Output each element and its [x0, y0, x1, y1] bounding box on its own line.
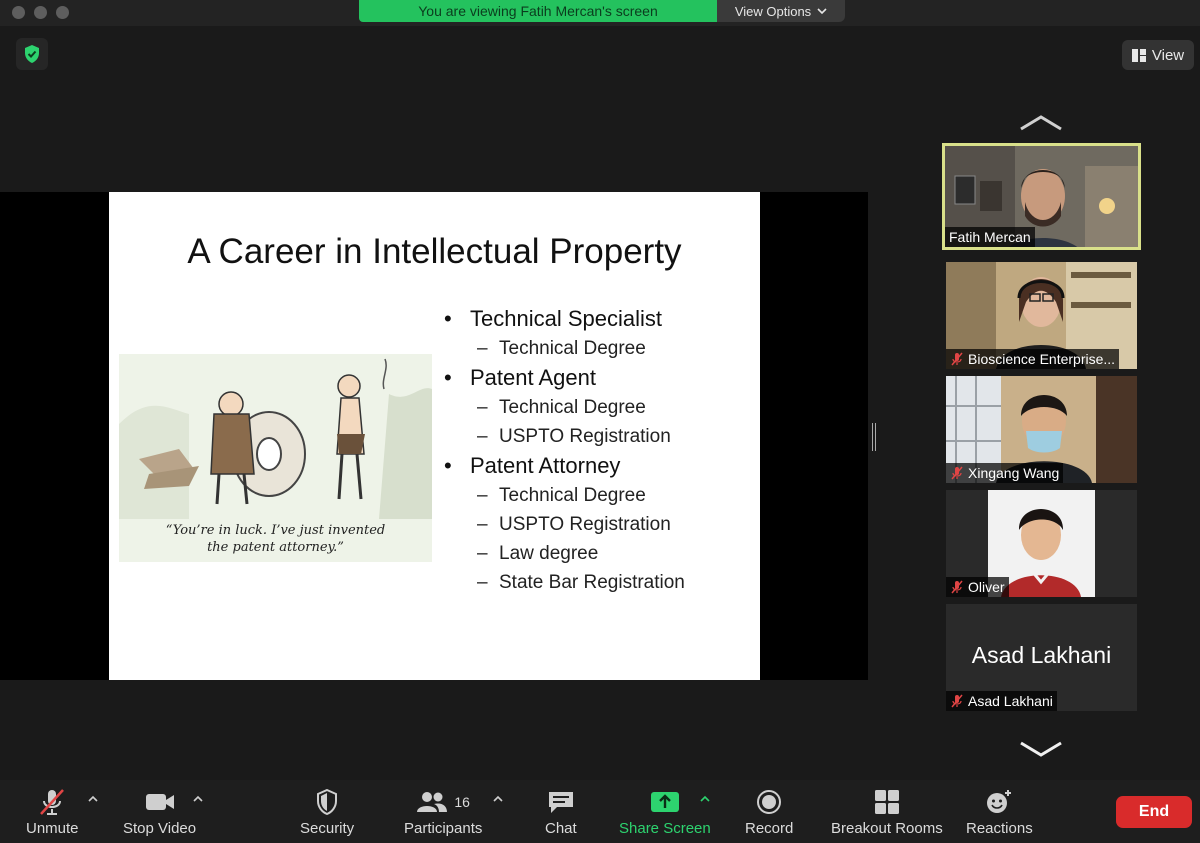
sub-bullet-item: USPTO Registration: [444, 510, 754, 539]
screen-share-banner: You are viewing Fatih Mercan's screen: [359, 0, 717, 22]
security-label: Security: [300, 820, 355, 837]
security-button[interactable]: Security: [300, 788, 354, 837]
sub-bullet-item: USPTO Registration: [444, 422, 754, 451]
chevron-down-icon: [817, 7, 827, 14]
muted-microphone-icon: [951, 694, 963, 708]
stop-video-button[interactable]: Stop Video: [123, 788, 196, 837]
shield-check-icon: [25, 45, 39, 63]
audio-options-caret-icon[interactable]: [87, 794, 99, 804]
unmute-button[interactable]: Unmute: [26, 788, 79, 837]
participant-tile[interactable]: Bioscience Enterprise...: [946, 262, 1137, 369]
cartoon-caption: “You’re in luck. I’ve just invented the …: [119, 522, 432, 556]
video-camera-icon: [145, 794, 174, 810]
view-layout-button[interactable]: View: [1122, 40, 1194, 70]
slide-title: A Career in Intellectual Property: [187, 232, 682, 271]
participants-count: 16: [454, 794, 470, 810]
presentation-slide: A Career in Intellectual Property “You’r…: [109, 192, 760, 680]
cartoon-caption-line-1: “You’re in luck. I’ve just invented: [165, 523, 386, 538]
participant-tile-active-speaker[interactable]: Fatih Mercan: [942, 143, 1141, 250]
participant-name-label: Xingang Wang: [946, 463, 1064, 483]
reactions-button[interactable]: Reactions: [966, 788, 1033, 837]
share-options-caret-icon[interactable]: [699, 794, 711, 804]
chat-button[interactable]: Chat: [545, 788, 577, 837]
minimize-window-button[interactable]: [34, 6, 47, 19]
share-screen-label: Share Screen: [619, 820, 711, 837]
participant-tile[interactable]: Asad Lakhani Asad Lakhani: [946, 604, 1137, 711]
window-titlebar: You are viewing Fatih Mercan's screen Vi…: [0, 0, 1200, 26]
participant-tile[interactable]: Oliver: [946, 490, 1137, 597]
chat-bubble-icon: [548, 792, 573, 813]
shared-screen: A Career in Intellectual Property “You’r…: [0, 192, 868, 680]
end-meeting-button[interactable]: End: [1116, 796, 1192, 828]
gallery-scroll-up-icon[interactable]: [1018, 114, 1064, 132]
cartoon-caption-line-2: the patent attorney.”: [207, 540, 344, 555]
security-shield-icon: [317, 789, 338, 815]
participant-name: Asad Lakhani: [968, 693, 1053, 709]
record-label: Record: [745, 820, 794, 837]
participant-name-label: Oliver: [946, 577, 1009, 597]
close-window-button[interactable]: [12, 6, 25, 19]
muted-microphone-icon: [951, 352, 963, 366]
sub-bullet-item: Technical Degree: [444, 481, 754, 510]
breakout-rooms-grid-icon: [874, 790, 899, 814]
split-view-resize-handle[interactable]: [872, 423, 876, 451]
muted-microphone-icon: [951, 580, 963, 594]
view-options-label: View Options: [734, 3, 812, 19]
view-options-button[interactable]: View Options: [717, 0, 845, 22]
participant-name-label: Asad Lakhani: [946, 691, 1057, 711]
record-button[interactable]: Record: [745, 788, 793, 837]
participant-name: Xingang Wang: [968, 465, 1060, 481]
participant-name-label: Bioscience Enterprise...: [946, 349, 1120, 369]
participants-label: Participants: [404, 820, 483, 837]
reactions-smiley-icon: [987, 790, 1012, 813]
meeting-toolbar: Unmute Stop Video Security 16 Participan…: [0, 780, 1200, 843]
grid-layout-icon: [1131, 48, 1146, 62]
video-options-caret-icon[interactable]: [192, 794, 204, 804]
breakout-rooms-label: Breakout Rooms: [831, 820, 943, 837]
sub-bullet-item: Technical Degree: [444, 334, 754, 363]
share-screen-arrow-icon: [650, 792, 679, 812]
reactions-label: Reactions: [966, 820, 1033, 837]
sub-bullet-item: State Bar Registration: [444, 568, 754, 597]
participant-tile[interactable]: Xingang Wang: [946, 376, 1137, 483]
participant-name: Fatih Mercan: [949, 229, 1031, 245]
muted-microphone-icon: [951, 466, 963, 480]
maximize-window-button[interactable]: [56, 6, 69, 19]
share-screen-button[interactable]: Share Screen: [619, 788, 711, 837]
participant-name-label: Fatih Mercan: [945, 227, 1035, 247]
cavemen-cartoon-drawing: [119, 354, 432, 519]
bullet-item: Technical Specialist: [444, 304, 754, 334]
sub-bullet-item: Technical Degree: [444, 393, 754, 422]
chat-label: Chat: [545, 820, 577, 837]
unmute-label: Unmute: [26, 820, 79, 837]
microphone-muted-icon: [40, 789, 65, 815]
bullet-item: Patent Attorney: [444, 451, 754, 481]
bullet-item: Patent Agent: [444, 363, 754, 393]
participant-name: Oliver: [968, 579, 1005, 595]
record-icon: [757, 790, 782, 814]
encryption-shield-button[interactable]: [16, 38, 48, 70]
slide-bullet-list: Technical Specialist Technical Degree Pa…: [444, 304, 754, 597]
participants-icon: [417, 792, 448, 812]
participant-display-name: Asad Lakhani: [971, 642, 1112, 668]
cartoon-image: “You’re in luck. I’ve just invented the …: [119, 354, 432, 562]
stop-video-label: Stop Video: [123, 820, 197, 837]
gallery-scroll-down-icon[interactable]: [1018, 740, 1064, 758]
breakout-rooms-button[interactable]: Breakout Rooms: [831, 788, 943, 837]
sub-bullet-item: Law degree: [444, 539, 754, 568]
participants-options-caret-icon[interactable]: [492, 794, 504, 804]
participant-name: Bioscience Enterprise...: [968, 351, 1116, 367]
participants-button[interactable]: 16 Participants: [404, 788, 482, 837]
view-label: View: [1151, 46, 1185, 64]
